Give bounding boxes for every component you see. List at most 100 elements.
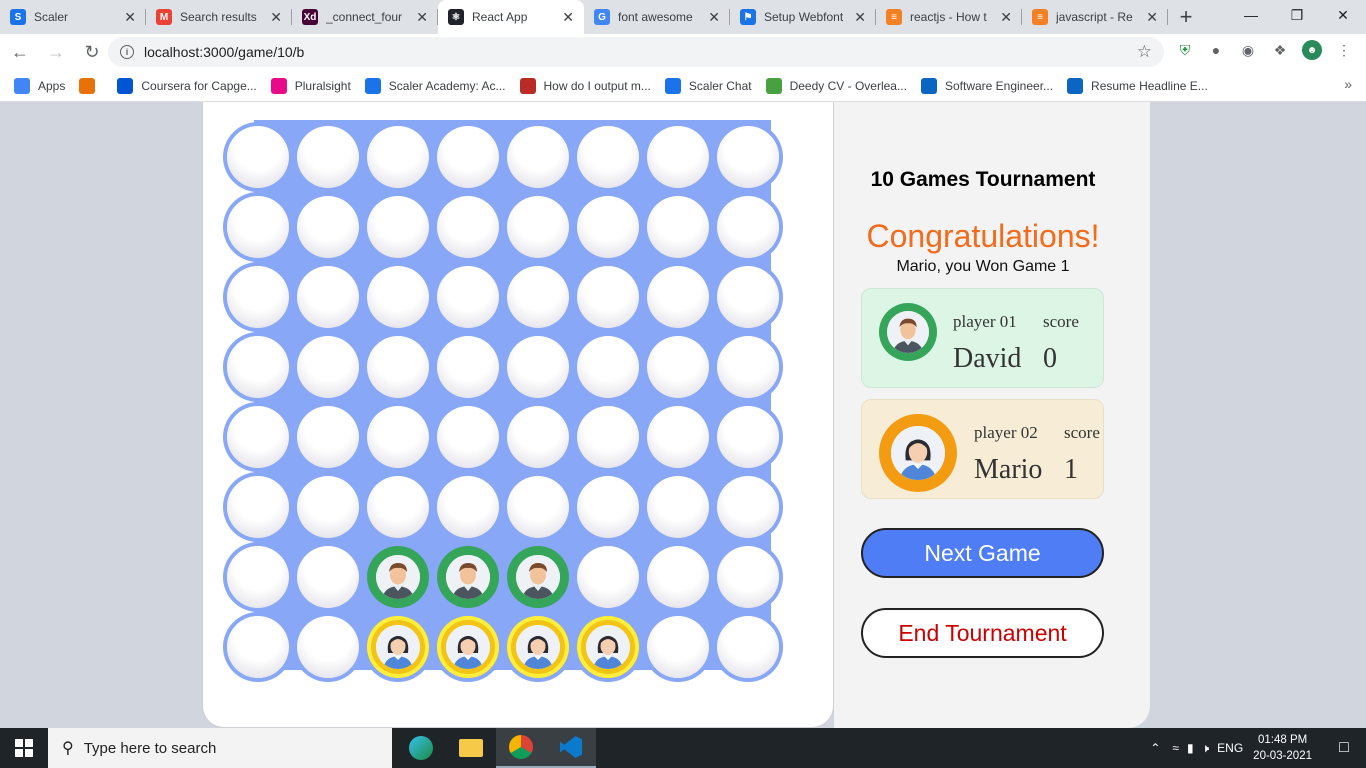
empty-slot[interactable] [437,196,499,258]
forward-arrow-icon[interactable]: → [40,36,72,68]
bookmark-2[interactable] [79,77,103,94]
empty-slot[interactable] [647,196,709,258]
tab-8[interactable]: ≡ javascript - Re ✕ [1022,0,1168,34]
empty-slot[interactable] [507,266,569,328]
disc-player-1[interactable] [437,546,499,608]
notifications-icon[interactable]: □ [1322,739,1366,757]
empty-slot[interactable] [297,126,359,188]
empty-slot[interactable] [297,476,359,538]
empty-slot[interactable] [647,126,709,188]
empty-slot[interactable] [577,406,639,468]
empty-slot[interactable] [437,266,499,328]
empty-slot[interactable] [717,616,779,678]
tab-close-icon[interactable]: ✕ [1000,9,1012,26]
bookmark-8[interactable]: Deedy CV - Overlea... [765,77,907,94]
address-bar[interactable]: i localhost:3000/game/10/b ☆ [108,37,1164,67]
reload-icon[interactable]: ↻ [76,36,108,68]
empty-slot[interactable] [227,476,289,538]
bookmark-4[interactable]: Pluralsight [270,77,351,94]
camera-extension-icon[interactable]: ◉ [1238,40,1258,60]
taskbar-search-input[interactable]: ⚲ Type here to search [48,728,392,768]
windows-start-icon[interactable] [0,728,48,768]
profile-avatar-icon[interactable]: ☻ [1302,40,1322,60]
tab-close-icon[interactable]: ✕ [708,9,720,26]
empty-slot[interactable] [717,196,779,258]
empty-slot[interactable] [717,126,779,188]
clock[interactable]: 01:48 PM 20-03-2021 [1253,732,1312,764]
empty-slot[interactable] [507,406,569,468]
empty-slot[interactable] [227,406,289,468]
empty-slot[interactable] [367,266,429,328]
tab-3[interactable]: Xd _connect_four ✕ [292,0,438,34]
tab-1[interactable]: S Scaler ✕ [0,0,146,34]
empty-slot[interactable] [367,126,429,188]
empty-slot[interactable] [577,336,639,398]
empty-slot[interactable] [227,126,289,188]
close-icon[interactable]: ✕ [1320,0,1366,30]
empty-slot[interactable] [647,406,709,468]
file-explorer-icon[interactable] [446,728,496,768]
tab-close-icon[interactable]: ✕ [416,9,428,26]
site-info-icon[interactable]: i [120,45,134,59]
empty-slot[interactable] [717,266,779,328]
tab-close-icon[interactable]: ✕ [270,9,282,26]
empty-slot[interactable] [507,196,569,258]
empty-slot[interactable] [507,126,569,188]
empty-slot[interactable] [297,336,359,398]
tab-2[interactable]: M Search results ✕ [146,0,292,34]
empty-slot[interactable] [227,616,289,678]
empty-slot[interactable] [577,126,639,188]
empty-slot[interactable] [717,546,779,608]
edge-icon[interactable] [396,728,446,768]
empty-slot[interactable] [367,336,429,398]
next-game-button[interactable]: Next Game [861,528,1104,578]
bookmark-5[interactable]: Scaler Academy: Ac... [364,77,506,94]
empty-slot[interactable] [647,266,709,328]
tab-5[interactable]: Gfont awesome ✕ [584,0,730,34]
bookmark-star-icon[interactable]: ☆ [1137,42,1152,62]
empty-slot[interactable] [297,616,359,678]
end-tournament-button[interactable]: End Tournament [861,608,1104,658]
more-bookmarks-icon[interactable]: » [1344,76,1352,92]
tab-close-icon[interactable]: ✕ [1146,9,1158,26]
tab-7[interactable]: ≡ reactjs - How t ✕ [876,0,1022,34]
empty-slot[interactable] [227,546,289,608]
empty-slot[interactable] [507,476,569,538]
language-indicator[interactable]: ENG [1217,741,1243,755]
bookmark-3[interactable]: Coursera for Capge... [117,77,257,94]
menu-kebab-icon[interactable]: ⋮ [1334,40,1354,60]
empty-slot[interactable] [437,476,499,538]
tab-close-icon[interactable]: ✕ [562,9,574,26]
back-arrow-icon[interactable]: ← [4,36,36,68]
empty-slot[interactable] [577,476,639,538]
empty-slot[interactable] [367,196,429,258]
disc-player-2[interactable] [367,616,429,678]
tab-close-icon[interactable]: ✕ [124,9,136,26]
empty-slot[interactable] [577,546,639,608]
empty-slot[interactable] [297,266,359,328]
bookmark-10[interactable]: Resume Headline E... [1067,77,1208,94]
empty-slot[interactable] [437,406,499,468]
disc-player-2[interactable] [437,616,499,678]
volume-icon[interactable]: 🕨 [1202,741,1210,756]
empty-slot[interactable] [227,266,289,328]
empty-slot[interactable] [717,476,779,538]
new-tab-button[interactable]: + [1168,0,1204,34]
empty-slot[interactable] [577,196,639,258]
battery-icon[interactable]: ▮ [1187,741,1194,755]
empty-slot[interactable] [227,336,289,398]
disc-player-1[interactable] [367,546,429,608]
empty-slot[interactable] [647,546,709,608]
empty-slot[interactable] [297,546,359,608]
empty-slot[interactable] [437,336,499,398]
chevron-up-icon[interactable]: ⌃ [1150,741,1160,755]
tab-6[interactable]: ⚑ Setup Webfont ✕ [730,0,876,34]
puzzle-extensions-icon[interactable]: ❖ [1270,40,1290,60]
bookmark-7[interactable]: Scaler Chat [664,77,752,94]
shield-extension-icon[interactable]: ⛨ [1175,40,1195,60]
tab-4[interactable]: ⚛ React App ✕ [438,0,584,34]
disc-player-2[interactable] [507,616,569,678]
empty-slot[interactable] [297,406,359,468]
empty-slot[interactable] [367,406,429,468]
chrome-icon[interactable] [496,728,546,768]
